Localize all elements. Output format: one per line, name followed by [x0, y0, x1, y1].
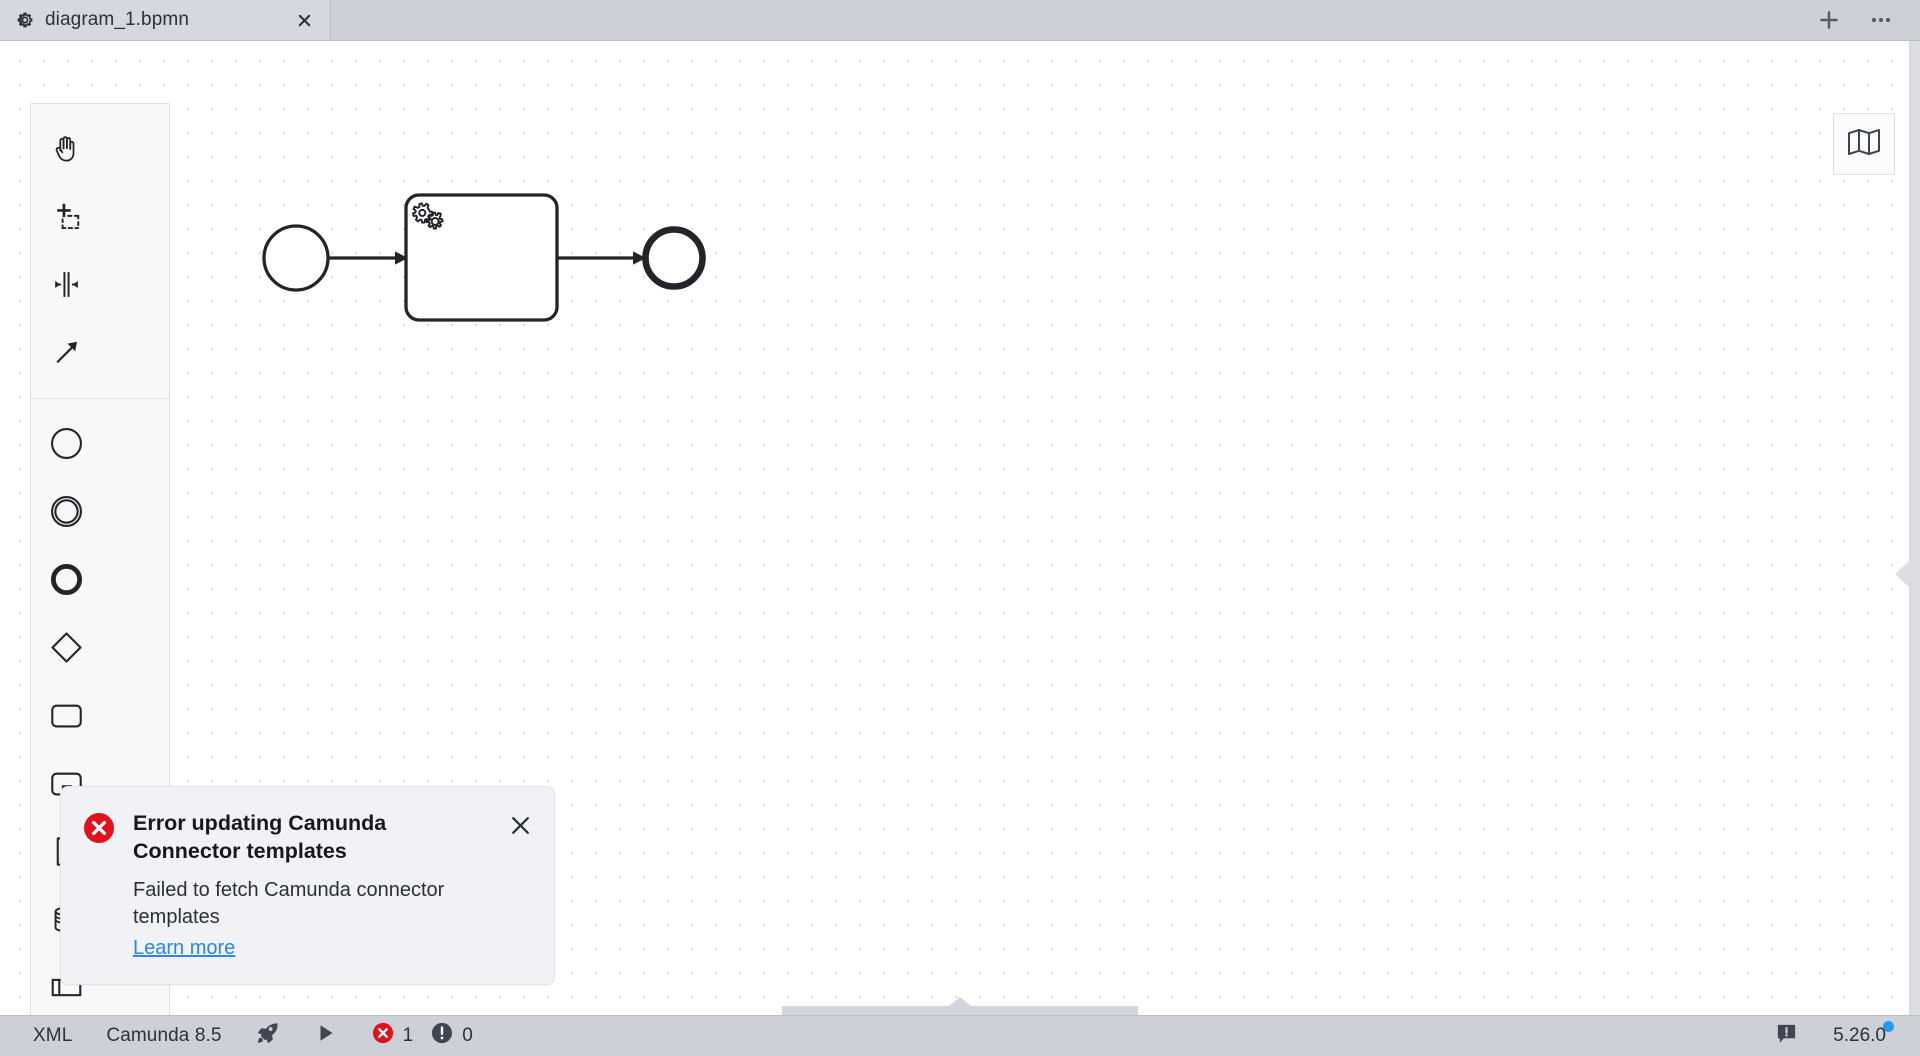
- tab-bar: diagram_1.bpmn: [0, 0, 1920, 41]
- status-bar-left: XML Camunda 8.5 1 0: [16, 1016, 490, 1056]
- more-options-icon[interactable]: [1864, 3, 1898, 37]
- feedback-button[interactable]: [1758, 1016, 1815, 1056]
- bpmn-diagram[interactable]: [0, 41, 900, 391]
- notification-title: Error updating Camunda Connector templat…: [133, 811, 387, 864]
- engine-label: Camunda 8.5: [106, 1025, 222, 1046]
- tab-bar-spacer: [331, 0, 1812, 40]
- minimap-toggle-button[interactable]: [1833, 113, 1895, 175]
- learn-more-link[interactable]: Learn more: [133, 937, 235, 960]
- problems-indicator[interactable]: 1 0: [355, 1016, 490, 1056]
- feedback-icon: [1775, 1022, 1798, 1051]
- task-icon[interactable]: [31, 681, 101, 749]
- bottom-panel-resize-inner: [782, 997, 1138, 1015]
- error-notification: Error updating Camunda Connector templat…: [60, 786, 555, 985]
- start-event-icon[interactable]: [31, 409, 101, 477]
- bpmn-gear-icon: [16, 11, 34, 29]
- tab-close-icon[interactable]: [292, 8, 316, 32]
- end-event-icon[interactable]: [31, 545, 101, 613]
- tab-title: diagram_1.bpmn: [45, 9, 189, 30]
- chevron-up-icon: [945, 997, 975, 1009]
- exclusive-gateway-icon[interactable]: [31, 613, 101, 681]
- bpmn-sequence-flow-2[interactable]: [557, 251, 646, 265]
- engine-version-button[interactable]: Camunda 8.5: [89, 1016, 238, 1056]
- bottom-panel-resize-handle[interactable]: [0, 987, 1920, 1015]
- xml-toggle-button[interactable]: XML: [16, 1016, 89, 1056]
- bpmn-start-event[interactable]: [262, 224, 330, 292]
- notification-close-icon[interactable]: [508, 813, 534, 839]
- tab-diagram-1[interactable]: diagram_1.bpmn: [0, 0, 331, 40]
- rocket-icon: [256, 1021, 280, 1051]
- error-circle-icon: [83, 812, 115, 844]
- xml-label: XML: [33, 1025, 73, 1046]
- bpmn-modeler-window: diagram_1.bpmn Error updating Camunda Co…: [0, 0, 1920, 1056]
- update-available-dot: [1883, 1021, 1894, 1032]
- intermediate-event-icon[interactable]: [31, 477, 101, 545]
- warning-badge-icon: [431, 1022, 453, 1050]
- properties-panel-handle[interactable]: [1909, 41, 1920, 1015]
- new-tab-icon[interactable]: [1812, 3, 1846, 37]
- bpmn-service-task[interactable]: [404, 193, 559, 322]
- chevron-left-icon[interactable]: [1895, 561, 1909, 587]
- status-bar: XML Camunda 8.5 1 0 5.26.0: [0, 1015, 1920, 1056]
- deploy-button[interactable]: [239, 1016, 297, 1056]
- bpmn-canvas[interactable]: Error updating Camunda Connector templat…: [0, 41, 1920, 1015]
- version-indicator[interactable]: 5.26.0: [1815, 1021, 1898, 1047]
- bpmn-sequence-flow-1[interactable]: [328, 251, 408, 265]
- minimap-icon: [1847, 128, 1881, 161]
- warning-count: 0: [462, 1025, 473, 1046]
- tab-bar-actions: [1812, 0, 1920, 40]
- version-label: 5.26.0: [1833, 1025, 1886, 1046]
- notification-message: Failed to fetch Camunda connector templa…: [133, 878, 445, 929]
- play-icon: [314, 1021, 338, 1051]
- error-count: 1: [402, 1025, 414, 1046]
- status-bar-right: 5.26.0: [1758, 1016, 1898, 1056]
- run-button[interactable]: [297, 1016, 355, 1056]
- notification-body: Error updating Camunda Connector templat…: [133, 809, 490, 960]
- bpmn-end-event[interactable]: [642, 226, 706, 290]
- error-badge-icon: [372, 1022, 394, 1050]
